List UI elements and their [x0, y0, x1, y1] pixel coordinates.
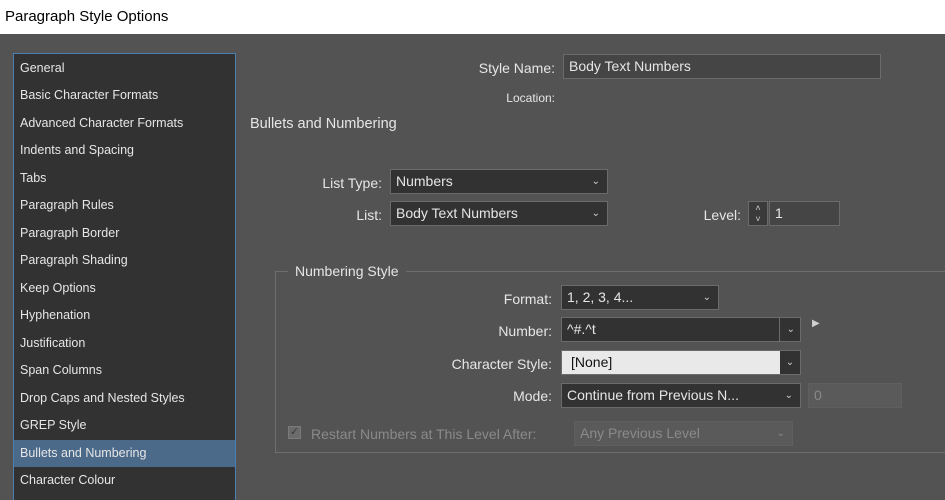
style-name-input[interactable]: Body Text Numbers: [563, 54, 881, 79]
chevron-down-icon: ⌄: [776, 428, 785, 439]
chevron-down-icon[interactable]: ⌄: [787, 318, 795, 341]
restart-dropdown[interactable]: Any Previous Level ⌄: [574, 421, 793, 446]
list-label: List:: [356, 207, 382, 223]
spinner-icon[interactable]: ˄ ˅: [748, 201, 768, 226]
level-input[interactable]: 1: [769, 201, 840, 226]
sidebar-item-general[interactable]: General: [14, 55, 235, 82]
format-value: 1, 2, 3, 4...: [567, 289, 634, 305]
sidebar-item-bullets-and-numbering[interactable]: Bullets and Numbering: [14, 440, 235, 467]
section-title: Bullets and Numbering: [250, 116, 397, 132]
checkmark-icon: ✓: [289, 426, 300, 438]
level-label: Level:: [703, 207, 741, 223]
sidebar-item-tabs[interactable]: Tabs: [14, 165, 235, 192]
restart-checkbox[interactable]: ✓: [288, 426, 301, 439]
sidebar-item-grep-style[interactable]: GREP Style: [14, 412, 235, 439]
combo-divider: [779, 318, 780, 341]
number-value: ^#.^t: [567, 321, 596, 337]
sidebar-item-basic-character-formats[interactable]: Basic Character Formats: [14, 82, 235, 109]
sidebar-item-justification[interactable]: Justification: [14, 330, 235, 357]
mode-dropdown[interactable]: Continue from Previous N... ⌄: [561, 383, 801, 408]
character-style-label: Character Style:: [451, 356, 552, 372]
character-style-dropdown[interactable]: [None] ⌄: [561, 350, 801, 375]
location-label: Location:: [506, 91, 555, 105]
chevron-down-icon: ⌄: [784, 390, 793, 401]
character-style-value: [None]: [571, 354, 613, 370]
sidebar-item-hyphenation[interactable]: Hyphenation: [14, 302, 235, 329]
format-dropdown[interactable]: 1, 2, 3, 4... ⌄: [561, 285, 719, 310]
number-label: Number:: [498, 323, 552, 339]
mode-value: Continue from Previous N...: [567, 387, 739, 403]
chevron-down-icon[interactable]: ⌄: [780, 351, 800, 374]
sidebar-item-paragraph-border[interactable]: Paragraph Border: [14, 220, 235, 247]
restart-label: Restart Numbers at This Level After:: [311, 426, 537, 442]
mode-label: Mode:: [513, 388, 552, 404]
list-type-label: List Type:: [322, 175, 382, 191]
play-right-icon[interactable]: ▶: [812, 318, 820, 329]
restart-value: Any Previous Level: [580, 425, 700, 441]
number-combobox[interactable]: ^#.^t ⌄: [561, 317, 801, 342]
sidebar-item-advanced-character-formats[interactable]: Advanced Character Formats: [14, 110, 235, 137]
sidebar-item-paragraph-shading[interactable]: Paragraph Shading: [14, 247, 235, 274]
sidebar-item-paragraph-rules[interactable]: Paragraph Rules: [14, 192, 235, 219]
title-bar: Paragraph Style Options: [0, 0, 945, 34]
window-title: Paragraph Style Options: [5, 8, 169, 25]
chevron-down-icon: ⌄: [591, 208, 600, 219]
sidebar-item-span-columns[interactable]: Span Columns: [14, 357, 235, 384]
sidebar-item-character-colour[interactable]: Character Colour: [14, 467, 235, 494]
numbering-style-group-title: Numbering Style: [288, 263, 406, 279]
mode-start-input[interactable]: 0: [808, 383, 902, 408]
style-name-label: Style Name:: [478, 60, 555, 76]
list-type-value: Numbers: [396, 173, 453, 189]
category-list[interactable]: General Basic Character Formats Advanced…: [13, 53, 236, 500]
format-label: Format:: [503, 291, 552, 307]
sidebar-item-drop-caps-and-nested-styles[interactable]: Drop Caps and Nested Styles: [14, 385, 235, 412]
list-dropdown[interactable]: Body Text Numbers ⌄: [390, 201, 608, 226]
list-type-dropdown[interactable]: Numbers ⌄: [390, 169, 608, 194]
chevron-down-icon: ⌄: [591, 176, 600, 187]
sidebar-item-indents-and-spacing[interactable]: Indents and Spacing: [14, 137, 235, 164]
list-value: Body Text Numbers: [396, 205, 518, 221]
chevron-down-icon: ⌄: [702, 292, 711, 303]
sidebar-item-keep-options[interactable]: Keep Options: [14, 275, 235, 302]
